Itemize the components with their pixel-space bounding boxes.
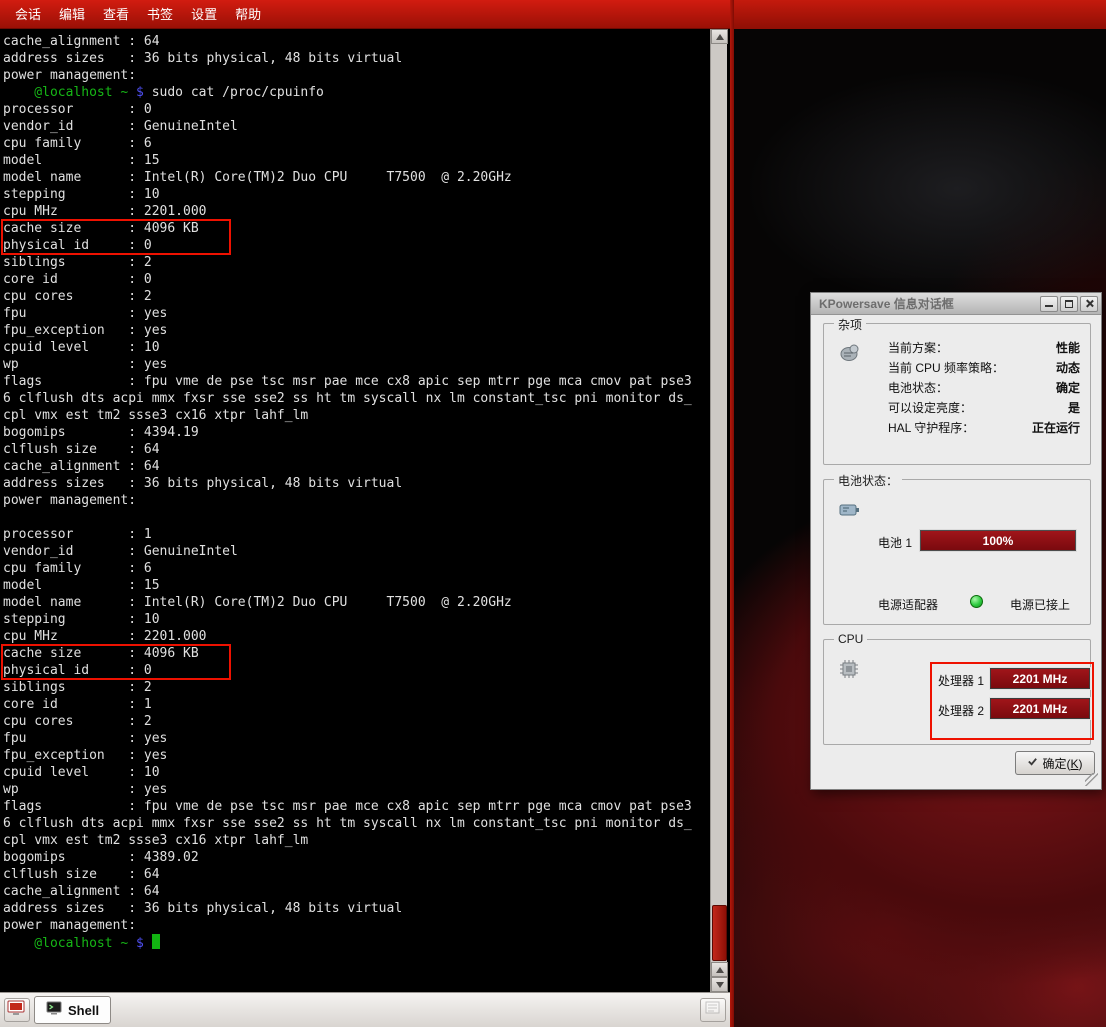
misc-row-value: 动态 (1056, 358, 1080, 378)
terminal-screen[interactable]: cache_alignment : 64 address sizes : 36 … (0, 29, 710, 992)
terminal-icon (46, 1001, 62, 1020)
cpu-group-label: CPU (834, 632, 867, 646)
maximize-button[interactable] (1060, 296, 1078, 312)
scrollbar-up-button-bottom[interactable] (711, 962, 728, 977)
misc-row-label: 当前 CPU 频率策略： (888, 358, 1004, 378)
dialog-title: KPowersave 信息对话框 (819, 295, 1038, 312)
terminal-prompt-line-1: @localhost ~ $ sudo cat /proc/cpuinfo (3, 84, 710, 101)
terminal-window: 会话 编辑 查看 书签 设置 帮助 cache_alignment : 64 a… (0, 0, 730, 1027)
misc-rows: 当前方案：性能 当前 CPU 频率策略：动态 电池状态：确定 可以设定亮度：是 … (888, 338, 1080, 438)
processor1-bar: 2201 MHz (990, 668, 1090, 689)
new-session-button[interactable] (4, 998, 30, 1022)
processor1-mhz: 2201 MHz (1013, 672, 1068, 686)
terminal-scrollback-top: cache_alignment : 64 address sizes : 36 … (3, 33, 710, 84)
terminal-prompt-line-2: @localhost ~ $ (3, 934, 710, 952)
annotation-box-cpu1-mhz (1, 644, 231, 680)
terminal-scrollbar[interactable] (710, 29, 727, 992)
misc-row: 当前方案： 性能 (888, 338, 1080, 358)
menu-bookmarks[interactable]: 书签 (138, 0, 182, 29)
misc-row-value: 是 (1068, 398, 1080, 418)
misc-group-label: 杂项 (834, 316, 866, 333)
menu-settings[interactable]: 设置 (182, 0, 226, 29)
misc-row-label: 电池状态： (888, 378, 948, 398)
menu-view[interactable]: 查看 (94, 0, 138, 29)
misc-row-label: HAL 守护程序： (888, 418, 974, 438)
battery-group-label: 电池状态： (834, 472, 902, 489)
battery-progressbar: 100% (920, 530, 1076, 551)
ok-button-label: 确定(K) (1042, 755, 1082, 772)
menu-session[interactable]: 会话 (6, 0, 50, 29)
battery-percent: 100% (983, 534, 1014, 548)
misc-row-value: 确定 (1056, 378, 1080, 398)
new-terminal-icon (7, 1000, 27, 1021)
arrow-down-icon (716, 982, 724, 988)
terminal-cursor (152, 934, 160, 949)
menu-edit[interactable]: 编辑 (50, 0, 94, 29)
annotation-box-cpu0-mhz (1, 219, 231, 255)
misc-row-label: 当前方案： (888, 338, 948, 358)
maximize-icon (1065, 300, 1073, 308)
processor1-label: 处理器 1 (938, 672, 984, 689)
close-button[interactable] (1080, 296, 1098, 312)
prompt-command: sudo cat /proc/cpuinfo (144, 85, 324, 100)
terminal-menubar: 会话 编辑 查看 书签 设置 帮助 (0, 0, 730, 29)
tab-shell[interactable]: Shell (34, 996, 111, 1024)
minimize-button[interactable] (1040, 296, 1058, 312)
cpu-icon (838, 658, 860, 685)
misc-row-label: 可以设定亮度： (888, 398, 972, 418)
menu-help[interactable]: 帮助 (226, 0, 270, 29)
battery-label: 电池 1 (878, 534, 912, 551)
arrow-up-icon (716, 34, 724, 40)
prompt-dollar: $ (136, 936, 144, 951)
scrollbar-down-button[interactable] (711, 977, 728, 992)
session-list-icon (704, 1000, 722, 1021)
misc-row: 电池状态： 确定 (888, 378, 1080, 398)
kpowersave-dialog: KPowersave 信息对话框 杂项 当前方案： 性能 当前 CPU 频率策略：… (810, 292, 1102, 790)
misc-row: HAL 守护程序： 正在运行 (888, 418, 1080, 438)
processor2-bar: 2201 MHz (990, 698, 1090, 719)
tab-shell-label: Shell (68, 1003, 99, 1018)
misc-icon (838, 342, 862, 369)
scrollbar-up-button[interactable] (711, 29, 728, 44)
battery-group: 电池状态： 电池 1 100% 电源适配器 电源已接上 (823, 479, 1091, 625)
misc-group: 杂项 当前方案：性能 当前 CPU 频率策略：动态 电池状态：确定 可以设定亮度… (823, 323, 1091, 465)
ac-status-text: 电源已接上 (1010, 596, 1070, 613)
ac-status-led (970, 595, 983, 608)
background-window-titlebar (734, 0, 1106, 29)
prompt-dollar: $ (136, 85, 144, 100)
misc-row: 可以设定亮度： 是 (888, 398, 1080, 418)
prompt-host: @localhost ~ (34, 85, 136, 100)
terminal-window-frame (730, 0, 734, 1027)
misc-row: 当前 CPU 频率策略： 动态 (888, 358, 1080, 378)
ac-adapter-label: 电源适配器 (878, 596, 938, 613)
cpu-group: CPU 处理器 1 2201 MHz 处理器 2 2201 MHz (823, 639, 1091, 745)
processor2-label: 处理器 2 (938, 702, 984, 719)
misc-row-value: 正在运行 (1032, 418, 1080, 438)
misc-row-value: 性能 (1056, 338, 1080, 358)
dialog-titlebar[interactable]: KPowersave 信息对话框 (811, 293, 1101, 315)
close-icon (1085, 299, 1094, 308)
scrollbar-thumb[interactable] (712, 905, 727, 961)
prompt-host: @localhost ~ (34, 936, 136, 951)
battery-icon (838, 498, 862, 525)
session-list-button[interactable] (700, 998, 726, 1022)
minimize-icon (1045, 300, 1053, 307)
resize-grip[interactable] (1085, 773, 1098, 786)
arrow-up-icon (716, 967, 724, 973)
ok-icon (1027, 756, 1038, 770)
terminal-tabbar: Shell (0, 992, 730, 1027)
ok-button[interactable]: 确定(K) (1015, 751, 1095, 775)
processor2-mhz: 2201 MHz (1013, 702, 1068, 716)
